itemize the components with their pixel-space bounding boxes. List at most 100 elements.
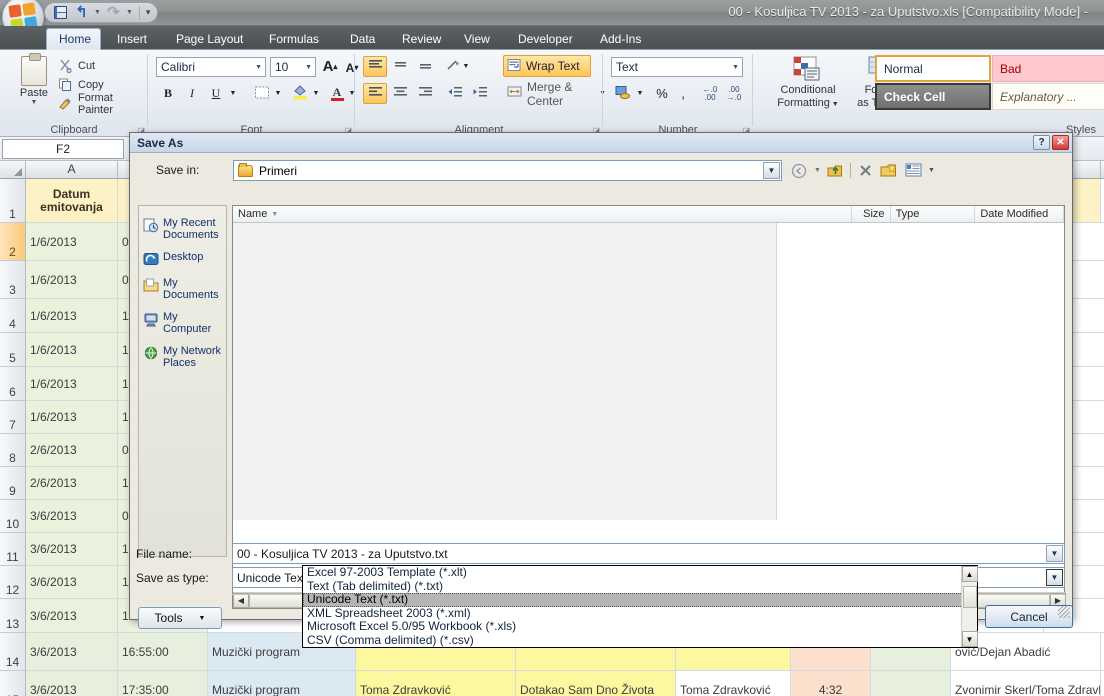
row-header-7[interactable]: 7 [0, 401, 26, 434]
cell-e15[interactable]: Dotakao Sam Dno Života [516, 671, 676, 696]
chevron-down-icon[interactable]: ▼ [305, 64, 312, 71]
dropdown-option-txt-tab[interactable]: Text (Tab delimited) (*.txt) [303, 579, 977, 594]
decrease-indent-button[interactable] [443, 83, 467, 104]
cell-style-check-cell[interactable]: Check Cell [875, 83, 991, 110]
dropdown-option-csv[interactable]: CSV (Comma delimited) (*.csv) [303, 633, 977, 648]
column-date-modified[interactable]: Date Modified [975, 206, 1064, 222]
new-folder-icon[interactable] [880, 161, 899, 180]
format-painter-button[interactable]: Format Painter [58, 92, 148, 116]
undo-button[interactable]: ↰ [73, 4, 90, 21]
name-box[interactable]: F2 [2, 139, 124, 159]
comma-style-button[interactable]: , [673, 83, 693, 104]
cell-a11[interactable]: 3/6/2013 [26, 533, 118, 565]
save-in-dropdown-button[interactable]: ▼ [763, 162, 780, 179]
save-in-combo[interactable]: Primeri ▼ [233, 160, 782, 181]
cell-a10[interactable]: 3/6/2013 [26, 500, 118, 532]
bold-button[interactable]: B [157, 83, 179, 104]
tab-review[interactable]: Review [390, 28, 453, 50]
row-header-14[interactable]: 14 [0, 633, 26, 671]
underline-button[interactable]: U [205, 83, 227, 104]
up-one-level-icon[interactable] [826, 161, 845, 180]
column-size[interactable]: Size [852, 206, 891, 222]
resize-grip[interactable] [1058, 606, 1070, 618]
underline-dropdown-icon[interactable]: ▼ [227, 86, 239, 100]
cell-style-bad[interactable]: Bad [992, 55, 1104, 82]
tab-home[interactable]: Home [46, 28, 101, 50]
decrease-decimal-button[interactable]: .00 →.0 [722, 83, 746, 104]
cell-style-explanatory[interactable]: Explanatory ... [992, 83, 1104, 110]
close-button[interactable]: ✕ [1052, 135, 1069, 150]
paste-button[interactable]: Paste ▼ [10, 53, 58, 116]
font-size-input[interactable]: 10 ▼ [270, 57, 316, 77]
orientation-button[interactable]: ▼ [443, 56, 471, 77]
merge-center-button[interactable]: Merge & Center ▼ [503, 80, 607, 108]
align-right-button[interactable] [413, 83, 437, 104]
row-header-15[interactable]: 15 [0, 671, 26, 696]
grow-font-button[interactable]: A ▴ [320, 56, 340, 77]
accounting-dropdown-icon[interactable]: ▼ [634, 86, 646, 100]
row-header-6[interactable]: 6 [0, 367, 26, 401]
cell-a1[interactable]: Datum emitovanja [26, 179, 118, 222]
cell-a4[interactable]: 1/6/2013 [26, 299, 118, 332]
cell-a3[interactable]: 1/6/2013 [26, 261, 118, 298]
undo-dropdown-icon[interactable]: ▼ [94, 9, 101, 16]
cut-button[interactable]: Cut [58, 56, 148, 75]
tab-view[interactable]: View [452, 28, 502, 50]
tab-insert[interactable]: Insert [105, 28, 159, 50]
table-row[interactable]: 3/6/2013 17:35:00 Muzički program Toma Z… [26, 671, 1104, 696]
increase-indent-button[interactable] [468, 83, 492, 104]
column-header-a[interactable]: A [26, 161, 118, 178]
place-my-documents[interactable]: My Documents [139, 272, 226, 306]
file-name-input[interactable]: 00 - Kosuljica TV 2013 - za Uputstvo.txt… [232, 543, 1065, 564]
borders-dropdown-icon[interactable]: ▼ [272, 86, 284, 100]
scroll-up-icon[interactable]: ▲ [961, 566, 978, 582]
save-as-type-dropdown-list[interactable]: Excel 97-2003 Template (*.xlt) Text (Tab… [302, 565, 978, 648]
row-header-11[interactable]: 11 [0, 533, 26, 566]
cell-g15[interactable]: 4:32 [791, 671, 871, 696]
cell-a14[interactable]: 3/6/2013 [26, 633, 118, 670]
save-as-type-dropdown-button[interactable]: ▼ [1046, 569, 1063, 586]
row-header-4[interactable]: 4 [0, 299, 26, 333]
dropdown-option-xls-95[interactable]: Microsoft Excel 5.0/95 Workbook (*.xls) [303, 619, 977, 634]
cell-a15[interactable]: 3/6/2013 [26, 671, 118, 696]
customize-qat-icon[interactable]: ▾ [146, 7, 151, 18]
align-middle-button[interactable] [388, 56, 412, 77]
cell-a5[interactable]: 1/6/2013 [26, 333, 118, 366]
cell-style-normal[interactable]: Normal [875, 55, 991, 82]
row-header-12[interactable]: 12 [0, 566, 26, 599]
tools-button[interactable]: Tools ▼ [138, 607, 222, 629]
fill-color-dropdown-icon[interactable]: ▼ [310, 86, 322, 100]
file-list-body[interactable] [233, 223, 1064, 520]
row-header-13[interactable]: 13 [0, 599, 26, 633]
dropdown-option-unicode-txt[interactable]: Unicode Text (*.txt) [303, 592, 977, 607]
conditional-formatting-button[interactable]: Conditional Formatting ▼ [771, 56, 845, 111]
chevron-down-icon[interactable]: ▼ [255, 64, 262, 71]
cell-f15[interactable]: Toma Zdravković [676, 671, 791, 696]
cell-d15[interactable]: Toma Zdravković [356, 671, 516, 696]
cell-a8[interactable]: 2/6/2013 [26, 434, 118, 466]
column-type[interactable]: Type [891, 206, 976, 222]
views-dropdown-icon[interactable]: ▼ [928, 167, 935, 174]
tab-data[interactable]: Data [338, 28, 387, 50]
chevron-down-icon[interactable]: ▼ [732, 64, 739, 71]
cell-b15[interactable]: 17:35:00 [118, 671, 208, 696]
row-header-9[interactable]: 9 [0, 467, 26, 500]
wrap-text-button[interactable]: Wrap Text [503, 55, 591, 77]
dropdown-scrollbar[interactable]: ▲ ▼ [961, 566, 978, 647]
redo-button[interactable]: ↷ [105, 4, 122, 21]
row-header-8[interactable]: 8 [0, 434, 26, 467]
cell-a9[interactable]: 2/6/2013 [26, 467, 118, 499]
views-icon[interactable] [904, 161, 923, 180]
align-left-button[interactable] [363, 83, 387, 104]
dropdown-scroll-thumb[interactable] [962, 586, 977, 608]
place-desktop[interactable]: Desktop [139, 246, 226, 272]
back-dropdown-icon[interactable]: ▼ [814, 167, 821, 174]
save-button[interactable] [52, 4, 69, 21]
delete-icon[interactable] [856, 161, 875, 180]
align-bottom-button[interactable] [413, 56, 437, 77]
align-center-button[interactable] [388, 83, 412, 104]
cell-b14[interactable]: 16:55:00 [118, 633, 208, 670]
tab-add-ins[interactable]: Add-Ins [588, 28, 653, 50]
back-icon[interactable] [790, 161, 809, 180]
dropdown-option-xlt[interactable]: Excel 97-2003 Template (*.xlt) [303, 565, 977, 580]
